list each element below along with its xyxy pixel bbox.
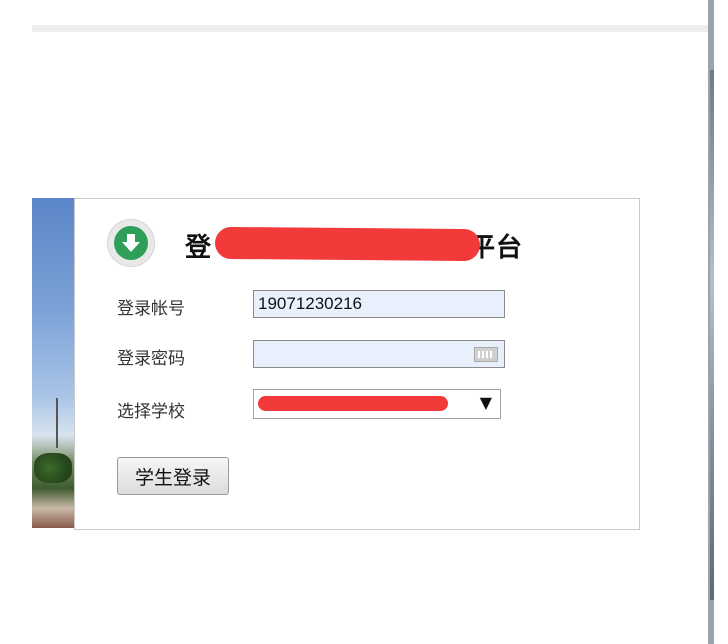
title-redaction-mark [214, 226, 481, 262]
login-panel: 登 平台 登录帐号 19071230216 登录密码 选择学校 ▼ 学生登录 [74, 198, 640, 530]
top-divider-bar [32, 25, 708, 32]
school-label: 选择学校 [117, 402, 185, 422]
account-value: 19071230216 [258, 294, 363, 313]
school-select[interactable]: ▼ [253, 389, 501, 419]
street-lamp [56, 398, 58, 448]
account-input[interactable]: 19071230216 [253, 290, 505, 318]
right-margin [714, 0, 728, 644]
download-arrow-icon [114, 226, 148, 260]
school-redaction-mark [258, 396, 448, 411]
keyboard-icon[interactable] [474, 347, 498, 362]
password-label: 登录密码 [117, 349, 185, 369]
arrow-down-glyph [122, 234, 140, 252]
logo [107, 219, 155, 267]
triangle-down-icon[interactable]: ▼ [480, 393, 492, 412]
account-label: 登录帐号 [117, 299, 185, 319]
student-login-button[interactable]: 学生登录 [117, 457, 229, 495]
campus-photo [32, 198, 74, 528]
title-prefix: 登 [185, 233, 213, 263]
tree [34, 453, 72, 483]
password-input[interactable] [253, 340, 505, 368]
